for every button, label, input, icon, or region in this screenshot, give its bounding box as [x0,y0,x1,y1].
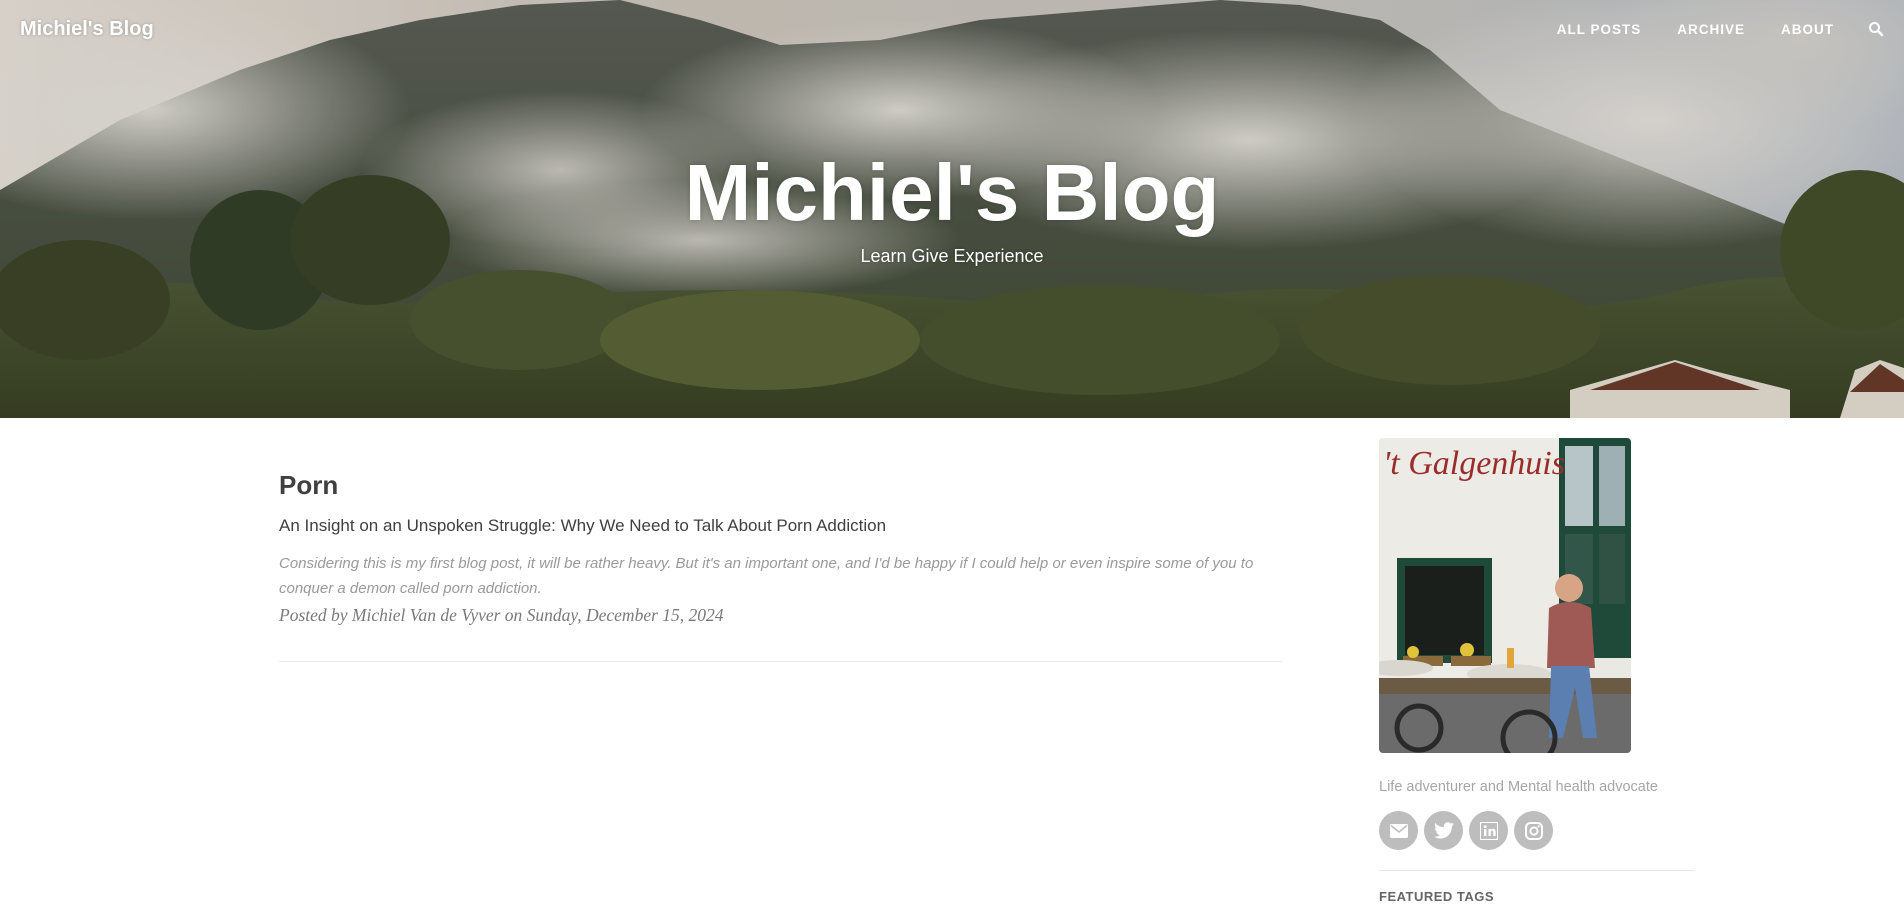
nav-link-about[interactable]: ABOUT [1781,22,1834,37]
avatar: 't Galgenhuis [1379,438,1631,753]
sidebar-divider [1379,870,1695,871]
brand-link[interactable]: Michiel's Blog [20,18,154,41]
avatar-sign-text: 't Galgenhuis [1383,445,1565,482]
post-title[interactable]: Porn [279,468,1282,502]
linkedin-icon[interactable] [1469,811,1508,850]
nav-links: ALL POSTS ARCHIVE ABOUT [1521,21,1884,37]
post-excerpt: Considering this is my first blog post, … [279,555,1254,597]
post-meta: Posted by Michiel Van de Vyver on Sunday… [279,605,724,625]
hero-subtitle: Learn Give Experience [860,246,1044,266]
hero-header: Michiel's Blog ALL POSTS ARCHIVE ABOUT M… [0,0,1904,418]
post-preview: Porn An Insight on an Unspoken Struggle:… [279,418,1282,662]
post-subtitle[interactable]: An Insight on an Unspoken Struggle: Why … [279,515,1282,537]
author-bio: Life adventurer and Mental health advoca… [1379,779,1658,795]
sidebar: 't Galgenhuis Life adventurer and Mental… [1379,438,1695,904]
post-divider [279,661,1282,662]
instagram-icon[interactable] [1514,811,1553,850]
post-list: Porn An Insight on an Unspoken Struggle:… [279,418,1282,662]
top-navbar: Michiel's Blog ALL POSTS ARCHIVE ABOUT [0,0,1904,60]
search-icon[interactable] [1868,21,1884,37]
envelope-icon[interactable] [1379,811,1418,850]
featured-tags-heading: FEATURED TAGS [1379,889,1495,904]
nav-link-all-posts[interactable]: ALL POSTS [1557,22,1642,37]
social-links [1379,811,1695,850]
nav-link-archive[interactable]: ARCHIVE [1677,22,1745,37]
twitter-icon[interactable] [1424,811,1463,850]
hero-title: Michiel's Blog [684,148,1220,237]
